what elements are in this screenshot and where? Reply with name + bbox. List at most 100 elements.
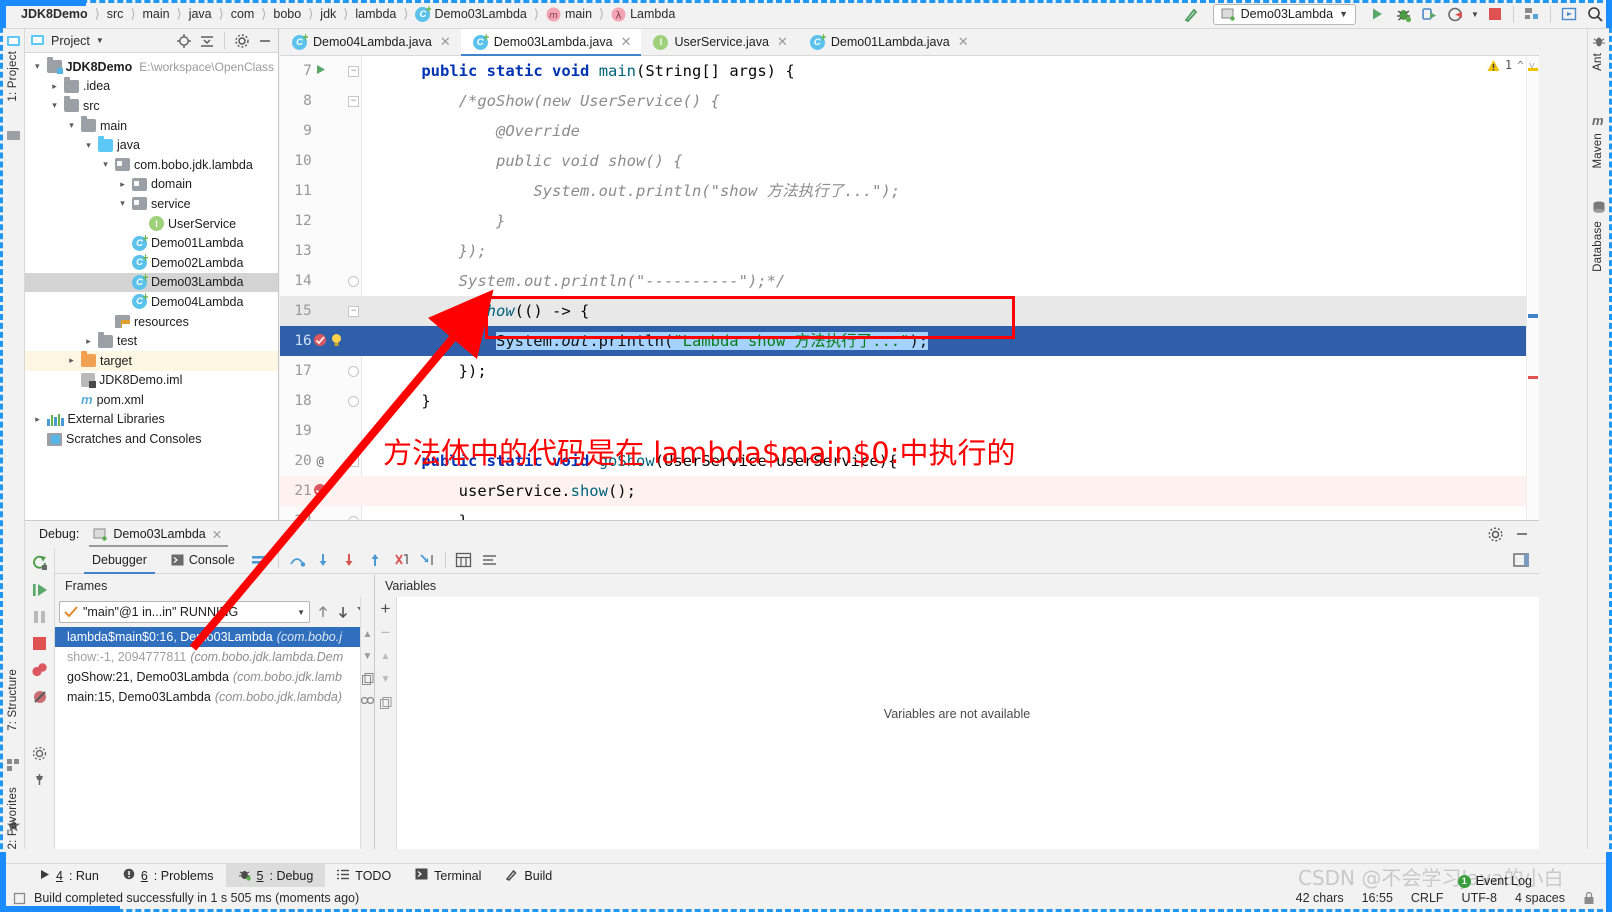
fold-end-marker-icon[interactable] [348, 275, 360, 287]
next-problem-icon[interactable]: ˅ [1529, 59, 1535, 72]
gutter-marker[interactable] [312, 64, 329, 78]
breadcrumb-item-method[interactable]: m main [539, 7, 599, 22]
frames-settings-icon[interactable] [361, 696, 374, 705]
locate-icon[interactable] [177, 33, 191, 48]
run-gutter-icon[interactable] [315, 64, 326, 78]
editor-tab-demo03lambda[interactable]: C Demo03Lambda.java ✕ [460, 29, 642, 56]
expand-arrow-icon[interactable]: ▸ [48, 81, 61, 92]
gutter-line-15[interactable]: 15 − [280, 296, 362, 326]
gutter-line-18[interactable]: 18 [280, 386, 362, 416]
code-line-16[interactable]: System.out.println("Lambda show 方法执行了...… [362, 326, 1539, 356]
fold-marker-icon[interactable]: − [348, 305, 360, 317]
gutter-marker[interactable] [312, 483, 329, 500]
breadcrumb-item-main[interactable]: main [136, 7, 177, 21]
force-step-into-icon[interactable] [336, 548, 362, 572]
tree-node-scratches-and-consoles[interactable]: Scratches and Consoles [25, 429, 278, 449]
tool-window-tab-bar[interactable]: 4: Run 6: Problems 5: Debug TODO Terminal Bui… [3, 863, 1609, 888]
move-down-icon[interactable] [336, 605, 350, 619]
editor-tab-userservice[interactable]: I UserService.java ✕ [641, 29, 798, 55]
close-icon[interactable]: ✕ [958, 34, 969, 50]
gutter-marker[interactable]: @ [312, 454, 329, 468]
gear-icon[interactable] [235, 33, 249, 48]
search-everywhere-icon[interactable] [1582, 2, 1608, 26]
sidebar-item-project[interactable]: 1: Project [7, 51, 19, 102]
chevron-down-icon[interactable]: ▼ [1468, 2, 1482, 26]
mute-breakpoints-icon[interactable] [32, 689, 48, 705]
code-line-17[interactable]: }); [362, 356, 1539, 386]
restore-layout-icon[interactable] [1513, 548, 1539, 572]
gutter-line-11[interactable]: 11 [280, 176, 362, 206]
move-down-icon[interactable]: ▼ [381, 674, 391, 685]
code-editor[interactable]: 7−8−9101112131415−1617181920@−212223 pub… [280, 56, 1539, 520]
gutter-marker[interactable] [312, 333, 329, 350]
stop-icon[interactable] [32, 636, 47, 651]
sidebar-item-structure[interactable]: 7: Structure [7, 669, 19, 731]
step-into-icon[interactable] [310, 548, 336, 572]
update-icon[interactable] [1556, 2, 1582, 26]
expand-arrow-icon[interactable]: ▸ [65, 355, 78, 366]
code-line-13[interactable]: }); [362, 236, 1539, 266]
status-encoding[interactable]: UTF-8 [1462, 891, 1497, 905]
fold-marker-icon[interactable]: − [348, 65, 360, 77]
tree-node--idea[interactable]: ▸ .idea [25, 76, 278, 97]
pause-icon[interactable] [32, 609, 47, 625]
gutter-line-22[interactable]: 22 [280, 506, 362, 520]
tree-node-userservice[interactable]: I UserService [25, 214, 278, 234]
bottom-tab-terminal[interactable]: Terminal [403, 864, 493, 888]
drop-frame-icon[interactable] [388, 548, 414, 572]
tree-node-demo03lambda[interactable]: C Demo03Lambda [25, 272, 278, 293]
breadcrumb-item-lambda-expr[interactable]: λ Lambda [604, 7, 682, 22]
settings-icon[interactable] [32, 746, 47, 761]
run-to-cursor-icon[interactable] [414, 548, 440, 572]
chevron-down-icon[interactable]: ▼ [96, 36, 104, 45]
project-tool-icon[interactable] [7, 35, 21, 51]
gutter-line-17[interactable]: 17 [280, 356, 362, 386]
lock-icon[interactable] [1583, 891, 1595, 905]
intention-bulb-icon[interactable] [330, 333, 343, 350]
tab-debugger[interactable]: Debugger [80, 547, 159, 574]
code-line-11[interactable]: System.out.println("show 方法执行了..."); [362, 176, 1539, 206]
add-watch-icon[interactable]: + [381, 600, 391, 617]
tree-node-demo04lambda[interactable]: C Demo04Lambda [25, 292, 278, 312]
fold-marker-icon[interactable]: − [348, 455, 360, 467]
expand-arrow-icon[interactable]: ▸ [82, 336, 95, 347]
code-line-12[interactable]: } [362, 206, 1539, 236]
database-icon[interactable] [1592, 201, 1606, 217]
tree-node-main[interactable]: ▾ main [25, 116, 278, 136]
hide-icon[interactable] [1515, 527, 1529, 541]
remove-watch-icon[interactable]: − [381, 624, 391, 641]
scroll-down-icon[interactable]: ▼ [363, 651, 373, 662]
tree-node-java[interactable]: ▾ java [25, 135, 278, 155]
breadcrumb-item-java[interactable]: java [182, 7, 219, 21]
scroll-up-icon[interactable]: ▲ [363, 629, 373, 640]
code-content[interactable]: public static void main(String[] args) {… [362, 56, 1539, 520]
sidebar-item-database[interactable]: Database [1592, 221, 1604, 272]
close-icon[interactable]: ✕ [212, 527, 222, 542]
copy-icon[interactable] [361, 673, 374, 685]
tree-node-jdk8demo-iml[interactable]: JDK8Demo.iml [25, 371, 278, 391]
expand-arrow-icon[interactable]: ▾ [99, 159, 112, 170]
tree-node-test[interactable]: ▸ test [25, 331, 278, 351]
tree-node-src[interactable]: ▾ src [25, 96, 278, 116]
code-line-18[interactable]: } [362, 386, 1539, 416]
ant-icon[interactable] [1592, 35, 1606, 51]
code-line-9[interactable]: @Override [362, 116, 1539, 146]
run-configuration-selector[interactable]: Demo03Lambda ▼ [1212, 3, 1356, 25]
debug-session-tab[interactable]: Demo03Lambda ✕ [89, 521, 229, 547]
event-log-widget[interactable]: 1 Event Log [1457, 874, 1532, 888]
gutter-line-19[interactable]: 19 [280, 416, 362, 446]
status-line-separator[interactable]: CRLF [1411, 891, 1444, 905]
gutter-line-16[interactable]: 16 [280, 326, 362, 356]
breadcrumb-item-com[interactable]: com [224, 7, 262, 21]
tree-node-target[interactable]: ▸ target [25, 350, 278, 371]
gutter-line-10[interactable]: 10 [280, 146, 362, 176]
status-indent[interactable]: 4 spaces [1515, 891, 1565, 905]
move-up-icon[interactable] [316, 605, 330, 619]
breadcrumb-item-jdk[interactable]: jdk [313, 7, 343, 21]
expand-arrow-icon[interactable]: ▾ [31, 61, 44, 72]
breadcrumb-item-src[interactable]: src [100, 7, 131, 21]
stop-icon[interactable] [1482, 2, 1508, 26]
debug-icon[interactable] [1390, 2, 1416, 26]
step-out-icon[interactable] [362, 548, 388, 572]
frames-list[interactable]: lambda$main$0:16, Demo03Lambda (com.bobo.… [55, 627, 374, 707]
